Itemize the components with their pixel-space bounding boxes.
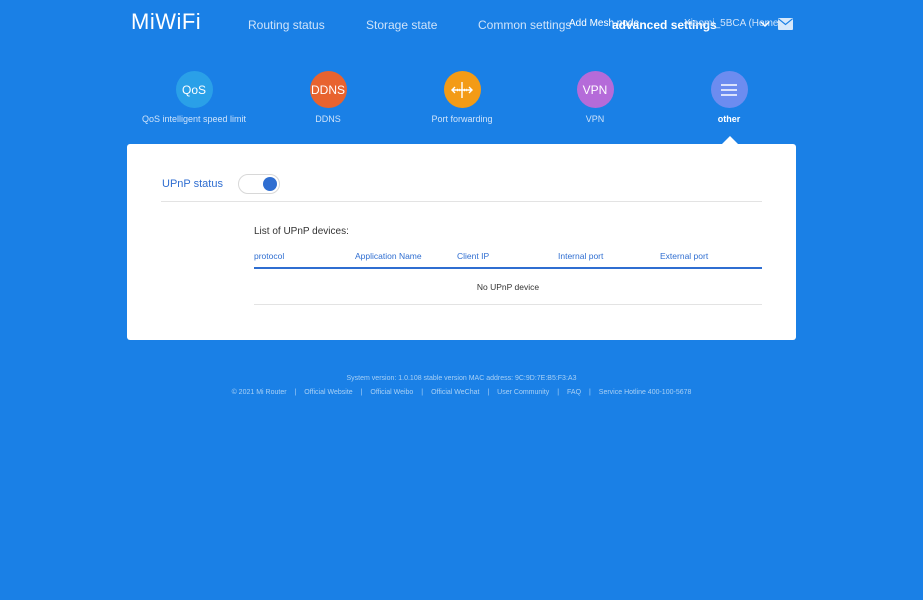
chevron-down-icon[interactable] <box>760 19 770 29</box>
footer-separator: | <box>487 389 490 396</box>
footer-links: © 2021 Mi Router | Official Website | Of… <box>0 389 923 396</box>
tool-port-forwarding[interactable]: Port forwarding <box>392 71 532 124</box>
qos-icon: QoS <box>175 71 213 108</box>
tool-other[interactable]: other <box>659 71 799 124</box>
port-forward-icon <box>443 71 481 108</box>
mail-icon[interactable] <box>778 18 793 30</box>
system-version: System version: 1.0.108 stable version M… <box>346 375 577 382</box>
tool-port-forwarding-label: Port forwarding <box>431 114 493 124</box>
col-internal-port: Internal port <box>558 251 604 261</box>
nav-routing-status[interactable]: Routing status <box>248 18 325 32</box>
tool-vpn-label: VPN <box>585 114 605 124</box>
tool-qos-label: QoS intelligent speed limit <box>141 114 247 124</box>
tool-vpn[interactable]: VPN VPN <box>525 71 665 124</box>
ddns-icon: DDNS <box>309 71 347 108</box>
menu-icon <box>710 71 748 108</box>
footer-separator: | <box>557 389 560 396</box>
upnp-toggle[interactable] <box>238 174 280 194</box>
footer-link-official-website[interactable]: Official Website <box>304 389 352 396</box>
footer-separator: | <box>589 389 591 396</box>
upnp-table-header: protocol Application Name Client IP Inte… <box>254 251 762 269</box>
upnp-empty-row: No UPnP device <box>254 270 762 305</box>
nav-common-settings[interactable]: Common settings <box>478 18 571 32</box>
vpn-icon: VPN <box>576 71 614 108</box>
miwifi-logo[interactable]: MiWiFi <box>131 9 201 35</box>
toggle-knob <box>263 177 277 191</box>
nav-storage-state[interactable]: Storage state <box>366 18 437 32</box>
tool-ddns[interactable]: DDNS DDNS <box>258 71 398 124</box>
tool-ddns-label: DDNS <box>315 114 341 124</box>
footer-link-faq[interactable]: FAQ <box>567 389 581 396</box>
footer-separator: | <box>294 389 297 396</box>
footer-link-user-community[interactable]: User Community <box>497 389 549 396</box>
footer-link-service-hotline[interactable]: Service Hotline 400-100-5678 <box>599 389 692 396</box>
footer-separator: | <box>360 389 363 396</box>
tool-qos[interactable]: QoS QoS intelligent speed limit <box>124 71 264 124</box>
tool-other-label: other <box>717 114 741 124</box>
footer-link-official-weibo[interactable]: Official Weibo <box>370 389 413 396</box>
footer-link-official-wechat[interactable]: Official WeChat <box>431 389 479 396</box>
col-protocol: protocol <box>254 251 285 261</box>
upnp-list-title: List of UPnP devices: <box>254 226 349 237</box>
copyright: © 2021 Mi Router <box>231 389 287 396</box>
col-client-ip: Client IP <box>457 251 490 261</box>
col-external-port: External port <box>660 251 709 261</box>
upnp-panel: UPnP status List of UPnP devices: protoc… <box>127 144 796 340</box>
col-application-name: Application Name <box>355 251 422 261</box>
footer-separator: | <box>421 389 424 396</box>
add-mesh-node-button[interactable]: Add Mesh node <box>569 18 639 29</box>
divider <box>161 201 762 202</box>
active-tab-caret <box>722 136 738 144</box>
upnp-status-label: UPnP status <box>162 178 223 190</box>
